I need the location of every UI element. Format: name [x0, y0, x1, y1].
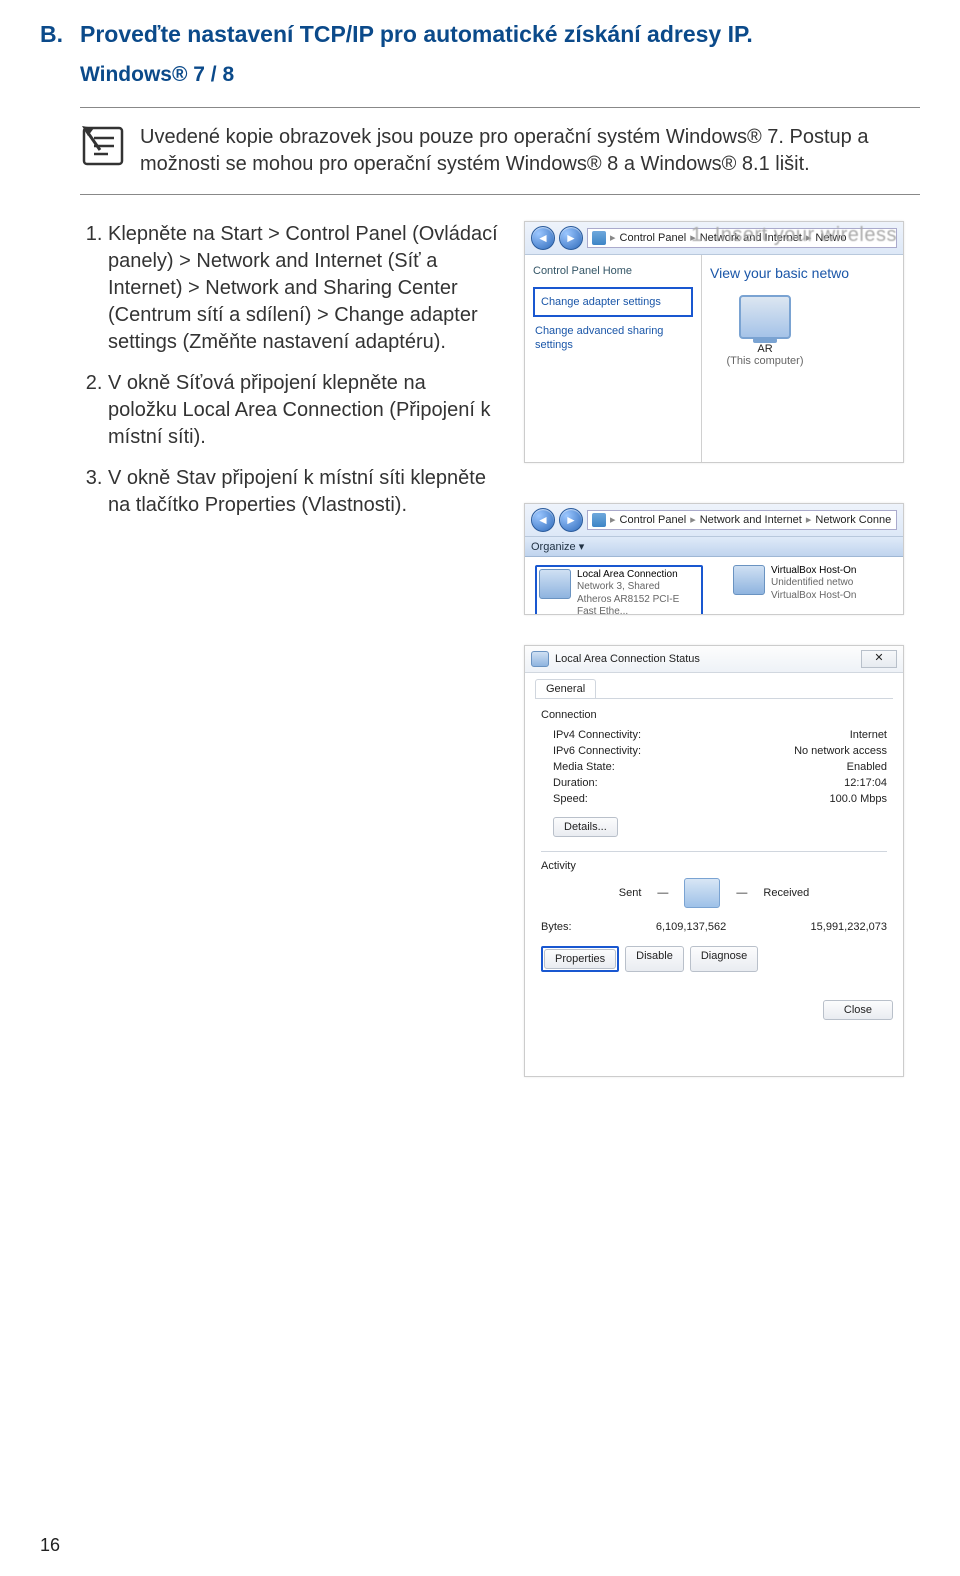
screenshot-control-panel: 1. Insert your wireless ◄ ► ▸ Control Pa… [524, 221, 904, 463]
connection-header: Connection [541, 709, 887, 721]
tab-general[interactable]: General [535, 679, 596, 698]
view-basic-title: View your basic netwo [710, 265, 895, 281]
cp-icon [592, 231, 606, 245]
vb-title: VirtualBox Host-On [771, 565, 856, 578]
details-button[interactable]: Details... [553, 817, 618, 837]
speed-label: Speed: [553, 793, 588, 805]
screenshot-network-connections: ◄ ► ▸ Control Panel ▸ Network and Intern… [524, 503, 904, 615]
lac-sub1: Network 3, Shared [577, 581, 699, 594]
selection-highlight: Local Area Connection Network 3, Shared … [535, 565, 703, 615]
steps-column: Klepněte na Start > Control Panel (Ovlád… [80, 221, 500, 1077]
ipv6-value: No network access [794, 745, 887, 757]
computer-name: AR [710, 343, 820, 355]
lac-title: Local Area Connection [577, 569, 699, 582]
breadcrumb-control-panel[interactable]: Control Panel [620, 232, 687, 244]
media-label: Media State: [553, 761, 615, 773]
breadcrumb-network-internet[interactable]: Network and Internet [700, 514, 802, 526]
bytes-sent-value: 6,109,137,562 [656, 921, 726, 933]
activity-icon [684, 878, 720, 908]
disable-button[interactable]: Disable [625, 946, 684, 972]
ipv4-label: IPv4 Connectivity: [553, 729, 641, 741]
organize-bar[interactable]: Organize ▾ [525, 537, 903, 557]
back-icon[interactable]: ◄ [531, 226, 555, 250]
bytes-recv-value: 15,991,232,073 [811, 921, 887, 933]
properties-button[interactable]: Properties [544, 949, 616, 969]
ipv6-label: IPv6 Connectivity: [553, 745, 641, 757]
bytes-label: Bytes: [541, 921, 572, 933]
forward-icon[interactable]: ► [559, 226, 583, 250]
virtualbox-connection-item[interactable]: VirtualBox Host-On Unidentified netwo Vi… [733, 565, 893, 615]
link-advanced-sharing[interactable]: Change advanced sharing settings [533, 321, 693, 356]
network-adapter-icon [531, 651, 549, 667]
note-block: Uvedené kopie obrazovek jsou pouze pro o… [80, 107, 920, 195]
breadcrumb[interactable]: ▸ Control Panel ▸ Network and Internet ▸… [587, 510, 897, 530]
screenshot-lan-status: Local Area Connection Status ✕ General C… [524, 645, 904, 1077]
selection-highlight: Properties [541, 946, 619, 972]
selection-highlight: Change adapter settings [533, 287, 693, 317]
local-area-connection-item[interactable]: Local Area Connection Network 3, Shared … [539, 569, 699, 615]
section-letter: B. [40, 20, 80, 49]
page-number: 16 [40, 1535, 60, 1556]
close-button[interactable]: Close [823, 1000, 893, 1020]
duration-value: 12:17:04 [844, 777, 887, 789]
note-text: Uvedené kopie obrazovek jsou pouze pro o… [140, 124, 920, 178]
breadcrumb-control-panel[interactable]: Control Panel [620, 514, 687, 526]
section-title-text: Proveďte nastavení TCP/IP pro automatick… [80, 20, 920, 49]
forward-icon[interactable]: ► [559, 508, 583, 532]
diagnose-button[interactable]: Diagnose [690, 946, 758, 972]
speed-value: 100.0 Mbps [830, 793, 887, 805]
ipv4-value: Internet [850, 729, 887, 741]
media-value: Enabled [847, 761, 887, 773]
step-1: Klepněte na Start > Control Panel (Ovlád… [108, 221, 500, 356]
network-adapter-icon [733, 565, 765, 595]
received-label: Received [763, 887, 809, 899]
computer-sub: (This computer) [710, 355, 820, 367]
dialog-title: Local Area Connection Status [555, 653, 700, 665]
vb-sub2: VirtualBox Host-On [771, 590, 856, 603]
activity-header: Activity [541, 860, 887, 872]
duration-label: Duration: [553, 777, 598, 789]
step-2: V okně Síťová připojení klepněte na polo… [108, 370, 500, 451]
os-subhead: Windows® 7 / 8 [80, 63, 920, 87]
vb-sub1: Unidentified netwo [771, 577, 856, 590]
breadcrumb-network-connections[interactable]: Network Conne [815, 514, 891, 526]
lac-sub2: Atheros AR8152 PCI-E Fast Ethe... [577, 594, 699, 615]
back-icon[interactable]: ◄ [531, 508, 555, 532]
close-icon[interactable]: ✕ [861, 650, 897, 668]
section-heading: B. Proveďte nastavení TCP/IP pro automat… [40, 20, 920, 49]
note-icon [80, 124, 126, 168]
cp-home-label[interactable]: Control Panel Home [533, 265, 693, 277]
cp-icon [592, 513, 606, 527]
computer-icon [739, 295, 791, 339]
ghost-heading: 1. Insert your wireless [691, 224, 897, 247]
sent-label: Sent [619, 887, 642, 899]
network-adapter-icon [539, 569, 571, 599]
this-computer-block: AR (This computer) [710, 295, 820, 367]
step-3: V okně Stav připojení k místní síti klep… [108, 465, 500, 519]
link-change-adapter[interactable]: Change adapter settings [539, 292, 687, 312]
